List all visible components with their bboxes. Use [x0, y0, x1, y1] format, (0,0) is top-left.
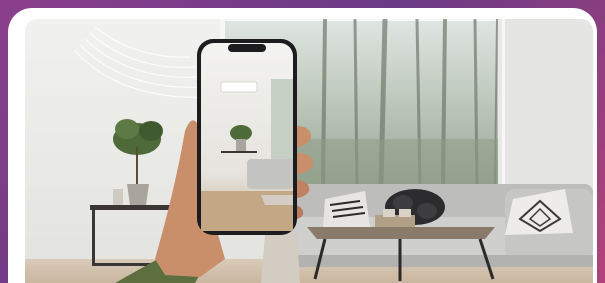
- vase: [113, 189, 123, 205]
- throw-blanket: [261, 233, 300, 283]
- smartphone-icon: [197, 39, 297, 235]
- room-scene: [25, 19, 593, 283]
- room-photo: [25, 19, 593, 283]
- phone-notch: [228, 44, 266, 52]
- right-wall: [505, 19, 593, 209]
- air-conditioner-icon: [220, 81, 258, 93]
